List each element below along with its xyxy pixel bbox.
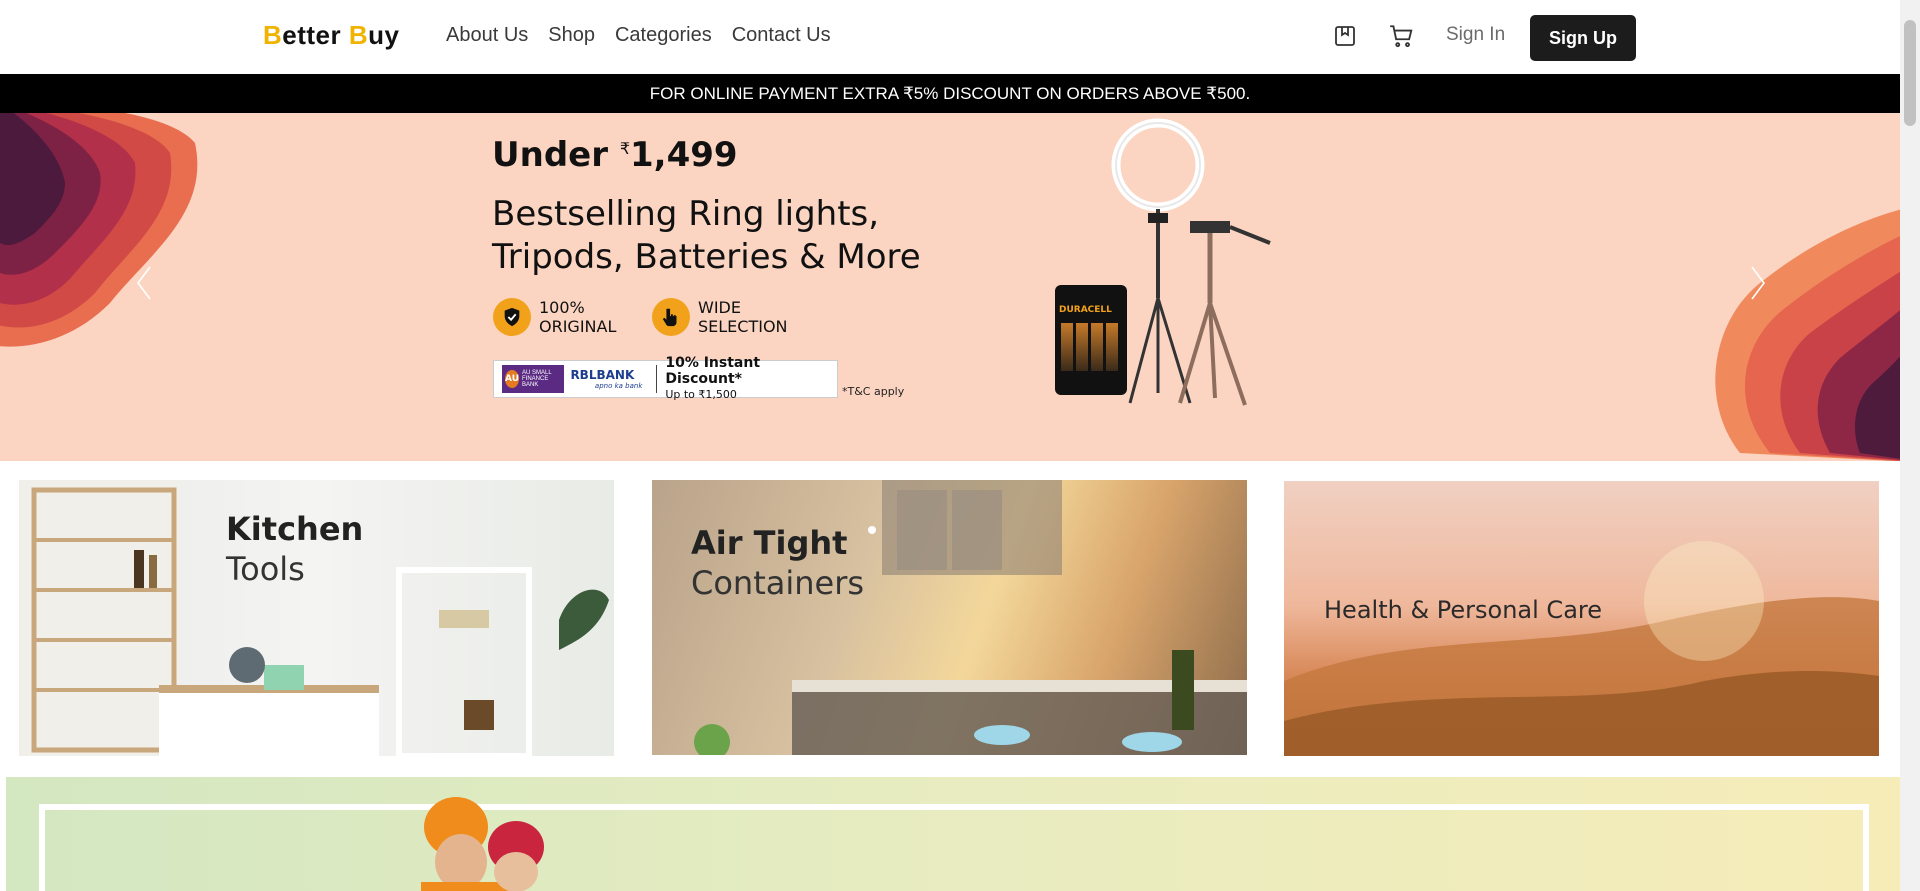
main-nav: About Us Shop Categories Contact Us [446,24,831,47]
fashion-promo-banner[interactable] [6,777,1900,891]
category-tile-health-personal-care[interactable]: Health & Personal Care [1284,481,1879,756]
tile-title-light: Containers [691,564,865,602]
kitchen-counter-image [694,480,1247,755]
rbl-tagline: apno ka bank [594,382,643,390]
logo-text-1: etter [282,20,349,50]
carousel-next-arrow[interactable] [1748,263,1768,308]
price-value: 1,499 [630,135,738,175]
badge-2-line-1: WIDE [698,298,741,317]
page: Better Buy About Us Shop Categories Cont… [0,0,1900,891]
scrollbar-thumb[interactable] [1904,20,1916,126]
badge-1-line-1: 100% [539,298,585,317]
rupee-symbol: ₹ [619,139,631,158]
hero-title: Bestselling Ring lights, Tripods, Batter… [492,193,992,279]
tile-title-bold: Air Tight [691,524,848,562]
au-logo-mark: AU [505,370,519,388]
shield-icon [493,298,531,336]
discount-line-1: 10% Instant Discount* [665,355,761,387]
instant-discount-text: 10% Instant Discount* Up to ₹1,500 [665,355,837,403]
nav-shop[interactable]: Shop [548,24,595,47]
selection-badge: WIDE SELECTION [652,298,788,336]
tile-title-light: Tools [226,550,305,588]
discount-line-2: Up to ₹1,500 [665,388,737,401]
battery-brand: DURACELL [1059,305,1112,315]
au-bank-logo: AU AU SMALL FINANCE BANK [502,365,565,393]
promo-frame [39,804,1869,891]
hero-carousel: Under ₹1,499 Bestselling Ring lights, Tr… [0,113,1900,461]
site-header: Better Buy About Us Shop Categories Cont… [0,0,1900,74]
logo-letter-b2: B [348,20,369,50]
nav-categories[interactable]: Categories [615,24,712,47]
carousel-prev-arrow[interactable] [134,263,154,308]
bank-offer-strip: AU AU SMALL FINANCE BANK RBLBANK apno ka… [493,355,838,401]
terms-note: *T&C apply [842,385,905,398]
sign-up-button[interactable]: Sign Up [1530,15,1636,61]
site-logo[interactable]: Better Buy [263,20,399,51]
decorative-blob-right [1715,209,1900,461]
battery-pack: DURACELL [1055,285,1127,395]
tile-title-light: Health & Personal Care [1324,596,1603,624]
hero-price: Under ₹1,499 [492,135,738,175]
bookmark-icon[interactable] [1331,22,1359,50]
rbl-bank-logo: RBLBANK apno ka bank [570,368,648,390]
nav-about-us[interactable]: About Us [446,24,528,47]
announcement-bar: FOR ONLINE PAYMENT EXTRA ₹5% DISCOUNT ON… [0,74,1900,113]
bank-divider [656,365,658,393]
sign-in-link[interactable]: Sign In [1446,24,1505,46]
page-scrollbar[interactable] [1900,0,1920,891]
tile-title-bold: Kitchen [226,510,364,548]
badge-1-line-2: ORIGINAL [539,317,617,336]
logo-letter-b1: B [263,20,283,50]
category-tile-kitchen-tools[interactable]: Kitchen Tools [19,480,614,756]
decorative-blob-left [0,113,198,347]
hero-title-line-1: Bestselling Ring lights, [492,194,880,234]
nav-contact-us[interactable]: Contact Us [732,24,831,47]
couple-illustration [421,797,544,891]
au-logo-subtext: AU SMALL FINANCE BANK [522,370,552,388]
hand-pointer-icon [652,298,690,336]
logo-text-2: uy [368,20,400,50]
cart-icon[interactable] [1387,22,1415,50]
original-badge: 100% ORIGINAL [493,298,616,336]
rbl-logo-text: RBLBANK [570,368,635,382]
hero-title-line-2: Tripods, Batteries & More [492,237,921,277]
badge-2-line-2: SELECTION [698,317,788,336]
price-prefix: Under [492,135,608,175]
category-tile-air-tight-containers[interactable]: Air Tight Containers [652,480,1247,755]
